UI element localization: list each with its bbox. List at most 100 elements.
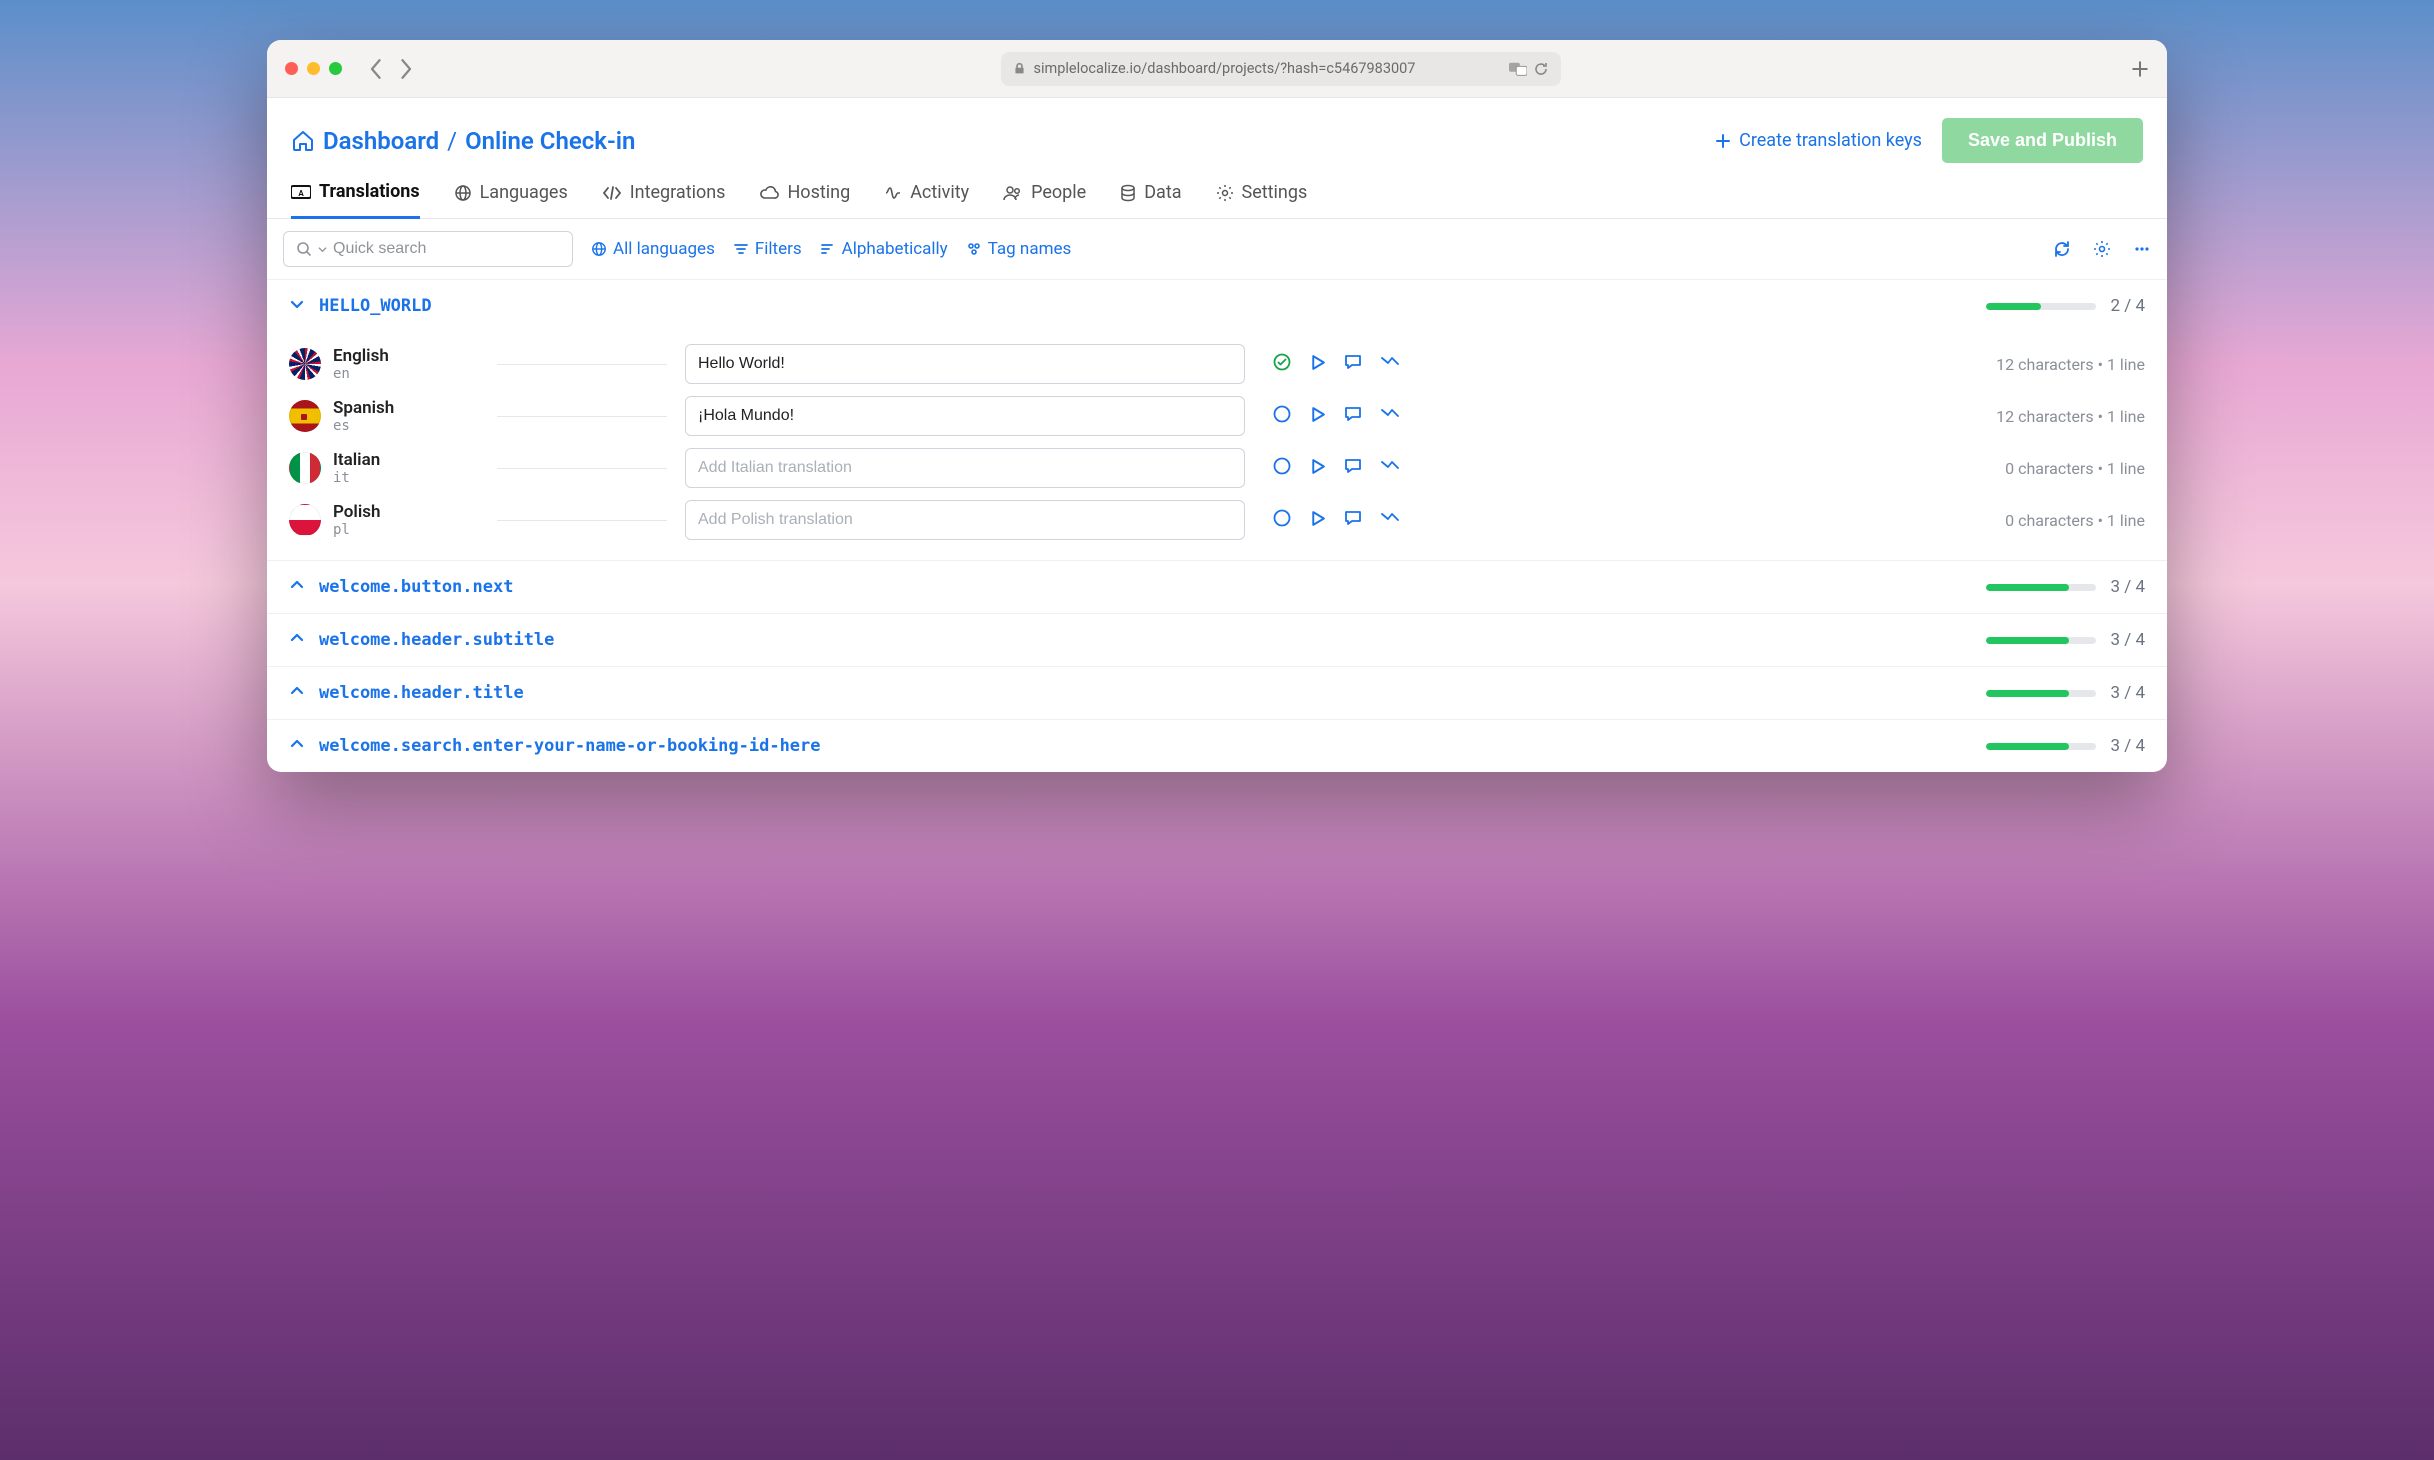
- history-icon[interactable]: [1380, 406, 1400, 426]
- comment-icon[interactable]: [1344, 457, 1362, 479]
- progress-bar: [1986, 303, 2096, 310]
- settings-icon[interactable]: [2093, 240, 2111, 258]
- search-box[interactable]: [283, 231, 573, 267]
- status-pending-icon[interactable]: [1273, 457, 1291, 479]
- refresh-icon[interactable]: [2053, 240, 2071, 258]
- translation-input[interactable]: [685, 344, 1245, 384]
- key-header[interactable]: welcome.search.enter-your-name-or-bookin…: [267, 720, 2167, 772]
- filter-filters[interactable]: Filters: [733, 239, 802, 259]
- sort-icon: [820, 242, 836, 256]
- reload-icon[interactable]: [1533, 61, 1549, 77]
- key-header[interactable]: welcome.header.title 3 / 4: [267, 667, 2167, 719]
- more-icon[interactable]: [2133, 240, 2151, 258]
- status-complete-icon[interactable]: [1273, 353, 1291, 375]
- lock-icon: [1013, 62, 1026, 75]
- breadcrumb-project[interactable]: Online Check-in: [465, 127, 635, 155]
- key-group: welcome.header.title 3 / 4: [267, 666, 2167, 719]
- play-icon[interactable]: [1309, 510, 1326, 531]
- key-header[interactable]: welcome.header.subtitle 3 / 4: [267, 614, 2167, 666]
- progress-bar: [1986, 743, 2096, 750]
- char-count: 0 characters • 1 line: [1955, 459, 2145, 478]
- nav-tabs: A Translations Languages Integrations Ho…: [267, 163, 2167, 219]
- translation-input[interactable]: [685, 448, 1245, 488]
- save-publish-button[interactable]: Save and Publish: [1942, 118, 2143, 163]
- close-window-button[interactable]: [285, 62, 298, 75]
- chevron-down-icon: [289, 296, 305, 316]
- filter-tag-names[interactable]: Tag names: [966, 239, 1072, 259]
- search-input[interactable]: [333, 240, 560, 258]
- progress-count: 3 / 4: [2110, 630, 2145, 650]
- tab-integrations[interactable]: Integrations: [602, 181, 726, 218]
- new-tab-icon[interactable]: [2131, 60, 2149, 78]
- key-name: welcome.button.next: [319, 577, 513, 597]
- language-cell: Polish pl: [289, 502, 479, 538]
- globe-icon: [591, 241, 607, 257]
- chevron-down-icon: [318, 245, 327, 254]
- create-keys-button[interactable]: Create translation keys: [1715, 130, 1922, 151]
- key-group: welcome.header.subtitle 3 / 4: [267, 613, 2167, 666]
- char-count: 12 characters • 1 line: [1955, 355, 2145, 374]
- row-actions: [1273, 509, 1400, 531]
- progress-count: 2 / 4: [2110, 296, 2145, 316]
- language-cell: Spanish es: [289, 398, 479, 434]
- comment-icon[interactable]: [1344, 353, 1362, 375]
- keys-list: HELLO_WORLD 2 / 4 English en: [267, 279, 2167, 772]
- tab-hosting[interactable]: Hosting: [759, 181, 850, 218]
- comment-icon[interactable]: [1344, 509, 1362, 531]
- translation-row: Italian it 0 characters • 1 line: [289, 442, 2145, 494]
- filter-sort-alpha[interactable]: Alphabetically: [820, 239, 948, 259]
- filter-all-languages[interactable]: All languages: [591, 239, 715, 259]
- address-actions: [1509, 61, 1549, 77]
- home-icon[interactable]: [291, 129, 315, 153]
- translation-input[interactable]: [685, 396, 1245, 436]
- language-name: Polish: [333, 502, 380, 522]
- tab-activity[interactable]: Activity: [884, 181, 969, 218]
- key-name: HELLO_WORLD: [319, 296, 432, 316]
- translation-row: Polish pl 0 characters • 1 line: [289, 494, 2145, 546]
- back-icon[interactable]: [370, 59, 384, 79]
- status-pending-icon[interactable]: [1273, 509, 1291, 531]
- breadcrumb-root[interactable]: Dashboard: [323, 127, 439, 155]
- row-actions: [1273, 405, 1400, 427]
- search-icon: [296, 241, 312, 257]
- tab-translations[interactable]: A Translations: [291, 181, 420, 219]
- tab-languages[interactable]: Languages: [454, 181, 568, 218]
- history-icon[interactable]: [1380, 510, 1400, 530]
- key-header[interactable]: welcome.button.next 3 / 4: [267, 561, 2167, 613]
- plus-icon: [1715, 133, 1731, 149]
- browser-window: simplelocalize.io/dashboard/projects/?ha…: [267, 40, 2167, 772]
- play-icon[interactable]: [1309, 406, 1326, 427]
- language-code: es: [333, 418, 394, 434]
- address-bar[interactable]: simplelocalize.io/dashboard/projects/?ha…: [1001, 52, 1561, 86]
- play-icon[interactable]: [1309, 354, 1326, 375]
- key-group: welcome.search.enter-your-name-or-bookin…: [267, 719, 2167, 772]
- progress-count: 3 / 4: [2110, 736, 2145, 756]
- key-name: welcome.header.title: [319, 683, 524, 703]
- minimize-window-button[interactable]: [307, 62, 320, 75]
- tab-settings[interactable]: Settings: [1216, 181, 1308, 218]
- tab-data[interactable]: Data: [1120, 181, 1181, 218]
- activity-icon: [884, 185, 902, 201]
- tag-icon: [966, 241, 982, 257]
- maximize-window-button[interactable]: [329, 62, 342, 75]
- char-count: 12 characters • 1 line: [1955, 407, 2145, 426]
- language-code: en: [333, 366, 389, 382]
- translation-input[interactable]: [685, 500, 1245, 540]
- translate-icon[interactable]: [1509, 61, 1527, 77]
- tab-people[interactable]: People: [1003, 181, 1086, 218]
- browser-chrome: simplelocalize.io/dashboard/projects/?ha…: [267, 40, 2167, 98]
- flag-en-icon: [289, 348, 321, 380]
- play-icon[interactable]: [1309, 458, 1326, 479]
- status-pending-icon[interactable]: [1273, 405, 1291, 427]
- comment-icon[interactable]: [1344, 405, 1362, 427]
- language-name: English: [333, 346, 389, 366]
- traffic-lights: [285, 62, 342, 75]
- history-icon[interactable]: [1380, 354, 1400, 374]
- language-code: pl: [333, 522, 380, 538]
- key-header[interactable]: HELLO_WORLD 2 / 4: [267, 280, 2167, 332]
- language-name: Italian: [333, 450, 380, 470]
- key-group: welcome.button.next 3 / 4: [267, 560, 2167, 613]
- history-icon[interactable]: [1380, 458, 1400, 478]
- forward-icon[interactable]: [398, 59, 412, 79]
- progress-count: 3 / 4: [2110, 683, 2145, 703]
